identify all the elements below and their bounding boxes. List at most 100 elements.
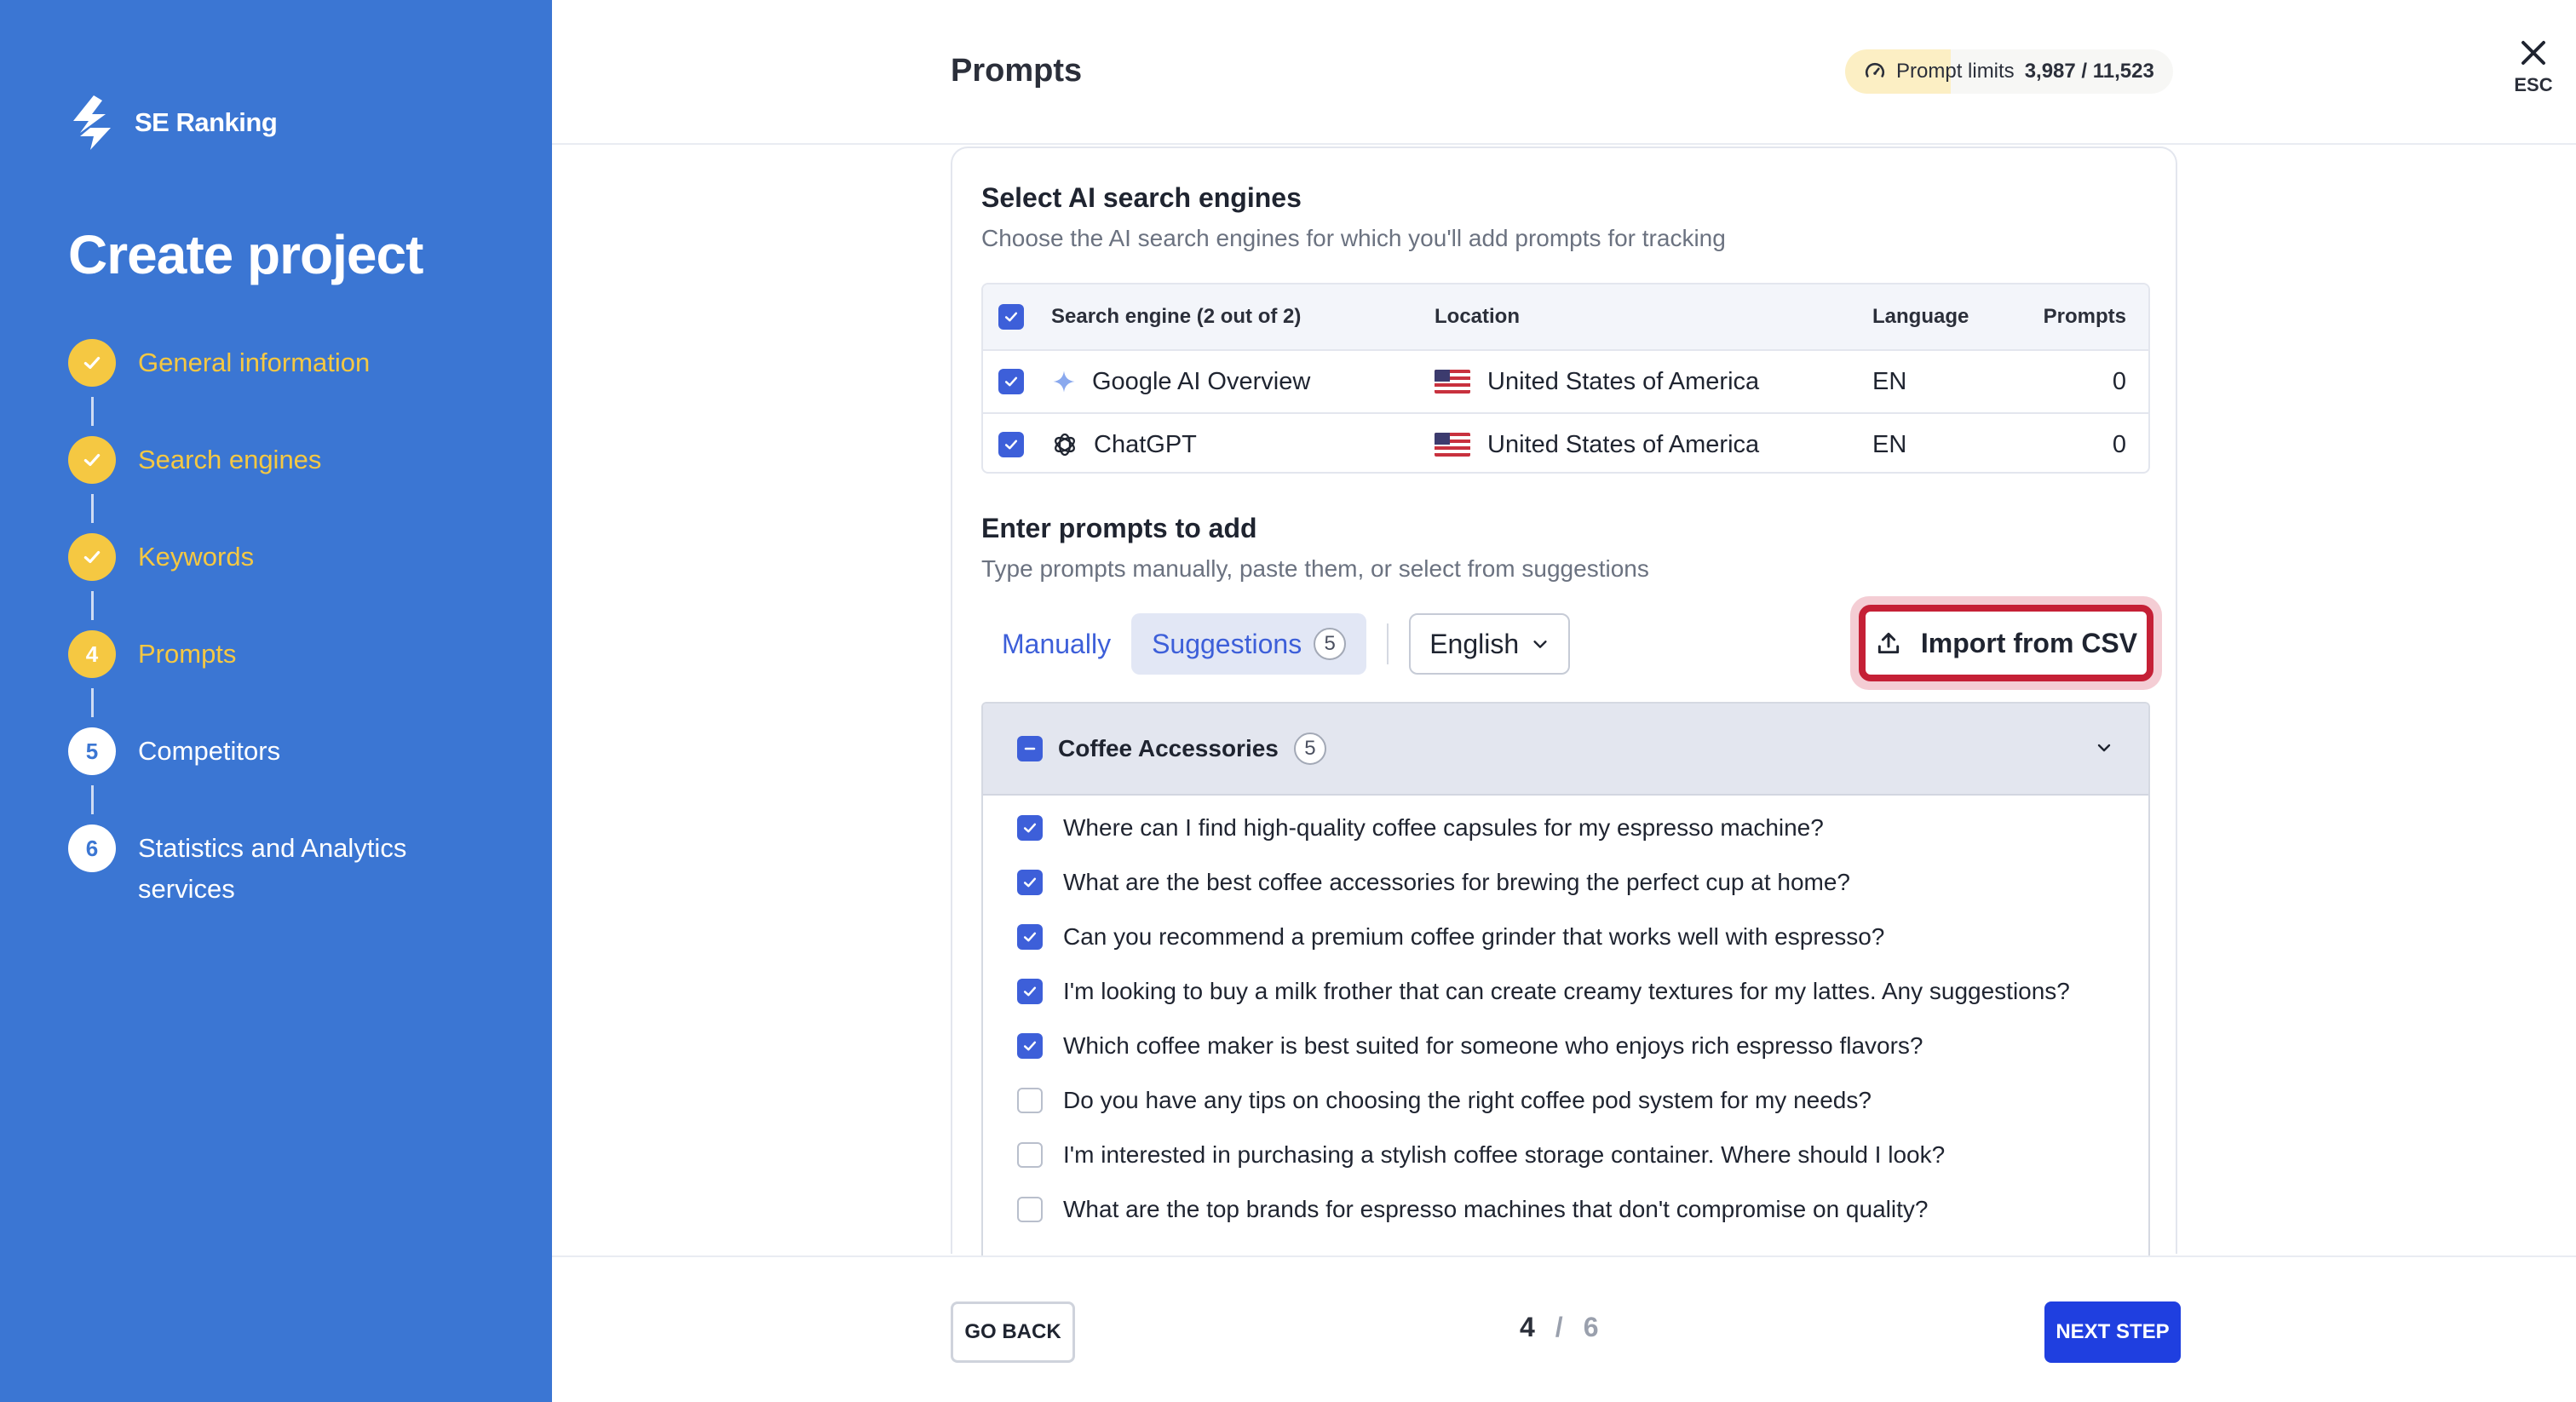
checkbox-unchecked-icon[interactable] — [1017, 1142, 1043, 1168]
step-label: Prompts — [138, 639, 237, 669]
prompts-count-cell: 0 — [2112, 367, 2126, 395]
import-csv-highlight: Import from CSV — [1850, 596, 2162, 690]
list-item[interactable]: What are the top brands for espresso mac… — [1017, 1196, 1928, 1223]
checkbox-checked-icon[interactable] — [1017, 1033, 1043, 1059]
se-ranking-logo-icon — [73, 95, 111, 150]
next-step-button[interactable]: NEXT STEP — [2044, 1301, 2181, 1363]
step-statistics-analytics[interactable]: 6 Statistics and Analytics services — [68, 825, 406, 910]
checkbox-checked-icon[interactable] — [1017, 924, 1043, 950]
step-label: Statistics and Analytics services — [138, 825, 406, 910]
checkbox-checked-icon — [998, 304, 1024, 330]
engines-section-title: Select AI search engines — [981, 182, 1302, 213]
prompt-limits-value: 3,987 / 11,523 — [2024, 60, 2154, 83]
checkbox-unchecked-icon[interactable] — [1017, 1197, 1043, 1222]
engines-section-subtitle: Choose the AI search engines for which y… — [981, 225, 1726, 251]
step-label-line2: services — [138, 874, 235, 904]
prompts-section-title: Enter prompts to add — [981, 513, 1257, 543]
suggestion-group-header[interactable]: Coffee Accessories 5 — [983, 704, 2148, 796]
step-competitors[interactable]: 5 Competitors — [68, 727, 280, 775]
prompt-limits-badge: Prompt limits 3,987 / 11,523 — [1845, 49, 2173, 94]
sidebar: SE Ranking Create project General inform… — [0, 0, 552, 1402]
step-number: 5 — [68, 727, 116, 775]
list-item[interactable]: Can you recommend a premium coffee grind… — [1017, 923, 1884, 951]
gauge-icon — [1865, 62, 1885, 78]
prompts-card: Select AI search engines Choose the AI s… — [951, 147, 2177, 1259]
location-cell: United States of America — [1435, 414, 1760, 472]
wizard-footer: GO BACK 4 / 6 NEXT STEP — [552, 1255, 2576, 1402]
step-general-information[interactable]: General information — [68, 339, 370, 387]
column-header-prompts: Prompts — [2043, 305, 2126, 328]
page-title: Prompts — [951, 53, 1083, 89]
create-project-title: Create project — [68, 224, 423, 285]
list-item[interactable]: I'm interested in purchasing a stylish c… — [1017, 1141, 1945, 1169]
checkbox-checked-icon[interactable] — [1017, 815, 1043, 841]
prompt-text: I'm looking to buy a milk frother that c… — [1063, 978, 2070, 1004]
step-connector — [91, 785, 94, 814]
step-connector — [91, 494, 94, 523]
language-cell: EN — [1872, 430, 1907, 458]
step-label: Search engines — [138, 445, 322, 474]
upload-icon — [1877, 632, 1900, 654]
tab-suggestions[interactable]: Suggestions 5 — [1131, 613, 1367, 675]
list-item[interactable]: Which coffee maker is best suited for so… — [1017, 1032, 1923, 1060]
prompt-text: What are the best coffee accessories for… — [1063, 869, 1850, 895]
engine-name-cell: ChatGPT — [1051, 414, 1197, 472]
total-steps-number: 6 — [1583, 1312, 1599, 1342]
engine-name: ChatGPT — [1094, 430, 1197, 458]
chevron-down-icon[interactable] — [2094, 738, 2114, 758]
go-back-button[interactable]: GO BACK — [951, 1301, 1075, 1363]
import-from-csv-button[interactable]: Import from CSV — [1859, 605, 2153, 681]
prompt-input-tabs: Manually Suggestions 5 English — [981, 613, 1571, 675]
table-row: Google AI Overview United States of Amer… — [983, 349, 2148, 412]
location-cell: United States of America — [1435, 351, 1759, 412]
table-row: ChatGPT United States of America EN 0 — [983, 412, 2148, 472]
location-name: United States of America — [1487, 367, 1760, 395]
checkbox-checked-icon[interactable] — [1017, 870, 1043, 895]
column-header-language: Language — [1872, 305, 1969, 328]
list-item[interactable]: Do you have any tips on choosing the rig… — [1017, 1087, 1872, 1114]
esc-label: ESC — [2514, 74, 2553, 95]
select-all-checkbox[interactable] — [998, 284, 1024, 349]
brand-logo[interactable]: SE Ranking — [68, 95, 278, 150]
us-flag-icon — [1435, 370, 1470, 394]
list-item[interactable]: I'm looking to buy a milk frother that c… — [1017, 978, 2070, 1005]
tabs-divider — [1387, 623, 1389, 664]
checkbox-checked-icon[interactable] — [1017, 979, 1043, 1004]
checkbox-indeterminate-icon[interactable] — [1017, 736, 1043, 761]
close-icon — [2521, 41, 2545, 65]
search-engine-table: Search engine (2 out of 2) Location Lang… — [981, 283, 2150, 474]
chatgpt-icon — [1055, 433, 1075, 457]
step-number: 6 — [68, 825, 116, 872]
engine-checkbox[interactable] — [998, 351, 1024, 412]
step-label: Keywords — [138, 542, 255, 572]
check-icon — [68, 533, 116, 581]
step-number: 4 — [68, 630, 116, 678]
engine-name: Google AI Overview — [1092, 367, 1311, 395]
checkbox-unchecked-icon[interactable] — [1017, 1088, 1043, 1113]
language-select-value: English — [1429, 628, 1520, 659]
check-icon — [68, 339, 116, 387]
suggestion-group-count: 5 — [1293, 733, 1326, 765]
list-item[interactable]: What are the best coffee accessories for… — [1017, 869, 1850, 896]
current-step-number: 4 — [1520, 1312, 1535, 1342]
close-button[interactable]: ESC — [2498, 37, 2569, 96]
step-label: Competitors — [138, 736, 281, 766]
step-connector — [91, 591, 94, 620]
chevron-down-icon — [1533, 641, 1547, 648]
column-header-location: Location — [1435, 305, 1520, 328]
step-prompts[interactable]: 4 Prompts — [68, 630, 236, 678]
checkbox-checked-icon — [998, 369, 1024, 394]
step-label-line1: Statistics and Analytics — [138, 833, 407, 863]
suggestion-group-title: Coffee Accessories — [1058, 735, 1279, 761]
prompts-count-cell: 0 — [2112, 430, 2126, 458]
prompt-text: Can you recommend a premium coffee grind… — [1063, 923, 1885, 950]
location-name: United States of America — [1487, 430, 1760, 458]
tab-manually[interactable]: Manually — [981, 613, 1131, 675]
list-item[interactable]: Where can I find high-quality coffee cap… — [1017, 814, 1824, 842]
language-select[interactable]: English — [1409, 613, 1571, 675]
engine-checkbox[interactable] — [998, 414, 1024, 472]
step-connector — [91, 688, 94, 717]
brand-name: SE Ranking — [135, 107, 278, 137]
step-search-engines[interactable]: Search engines — [68, 436, 321, 484]
step-keywords[interactable]: Keywords — [68, 533, 254, 581]
